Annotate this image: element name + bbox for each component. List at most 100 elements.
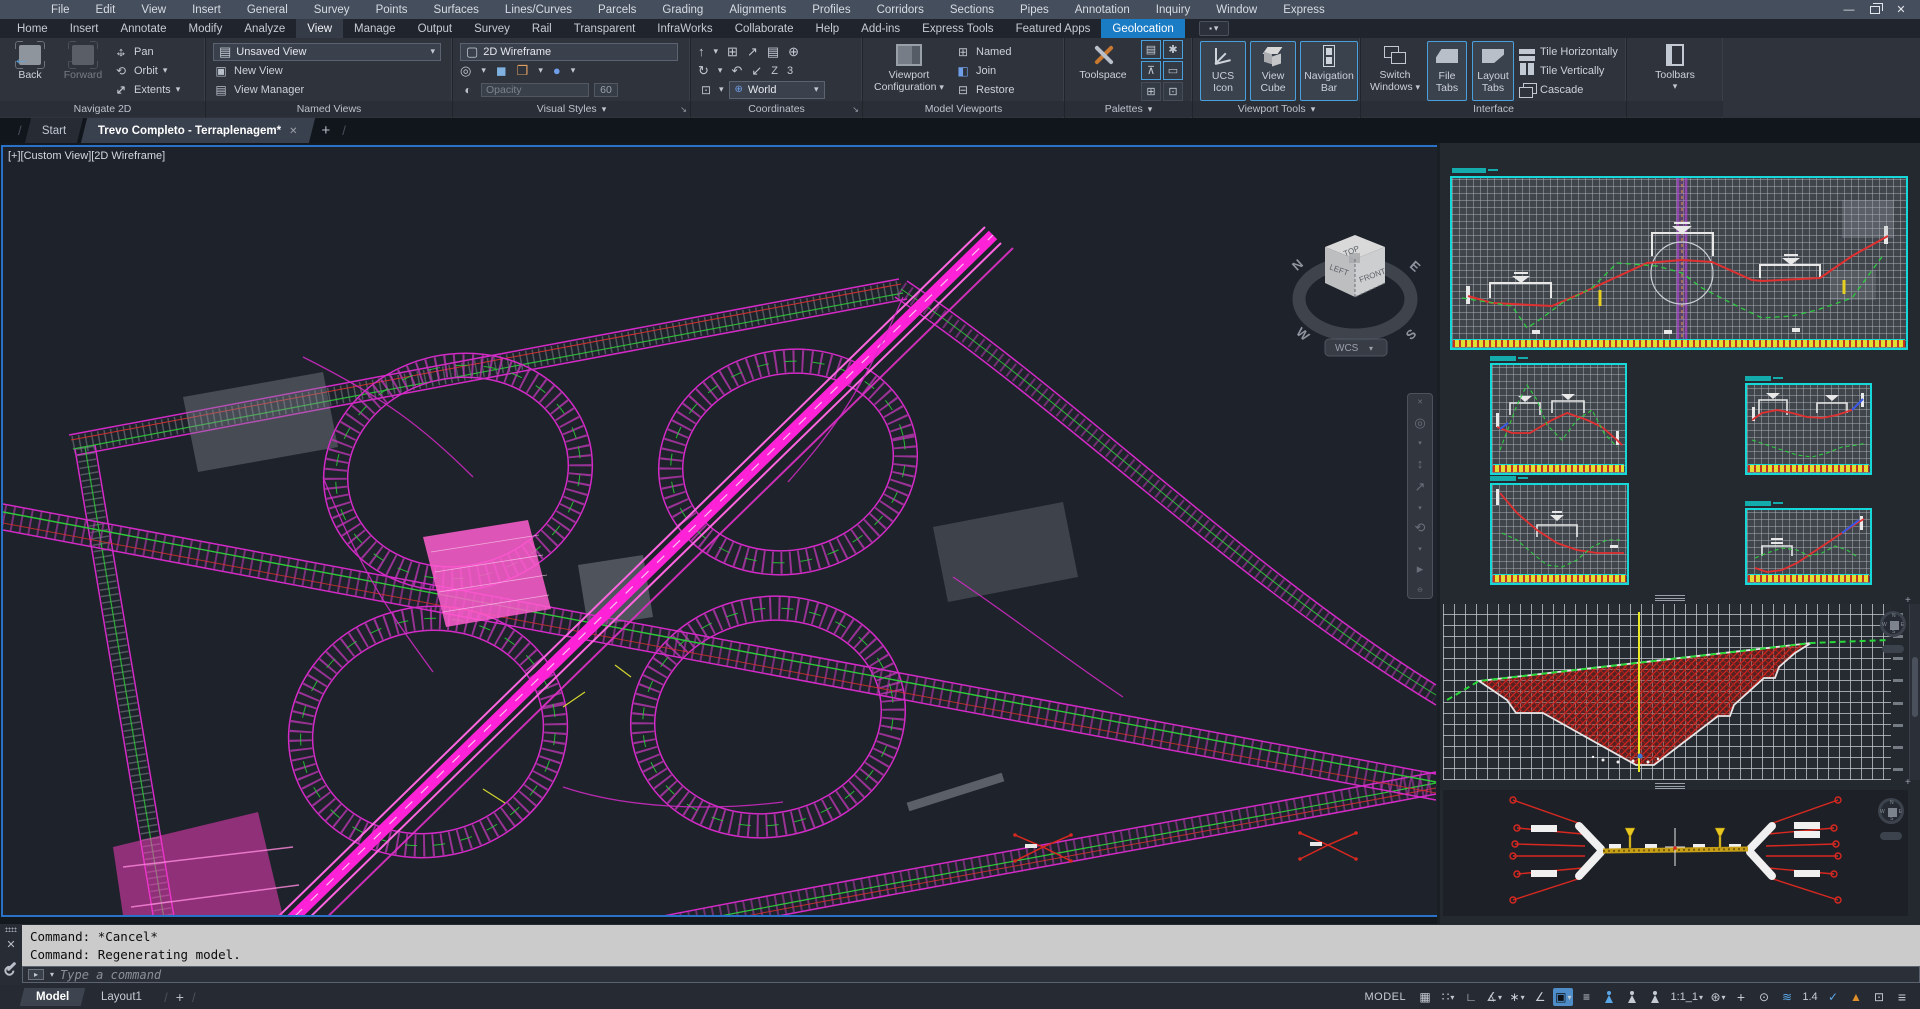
orbit-button[interactable]: ⟲ Orbit▾ [113,62,180,80]
ucs-z-axis-icon[interactable]: Z [771,65,778,77]
join-viewports-button[interactable]: ◧ Join [955,62,1015,80]
cloverleaf-wireframe[interactable]: Y Z X N E W S [3,147,1437,915]
crosshair-icon[interactable]: + [1731,988,1751,1006]
navbar-close-icon[interactable]: ✕ [1417,398,1423,406]
face-style-icon[interactable]: ❒ [517,63,529,79]
grid-display-icon[interactable]: ▦ [1415,988,1435,1006]
menu-survey[interactable]: Survey [301,0,363,19]
wrench-icon[interactable] [6,962,16,972]
annotation-monitor-icon[interactable]: ▲ [1846,988,1866,1006]
layout-tabs-toggle[interactable]: LayoutTabs [1472,41,1514,101]
object-snap-icon[interactable]: ▣▾ [1553,988,1573,1006]
section-viewport[interactable] [1443,604,1891,780]
clean-screen-icon[interactable]: ⊡ [1869,988,1889,1006]
tab-transparent[interactable]: Transparent [563,19,647,38]
profile-viewport-a[interactable] [1490,363,1627,475]
profile-viewport-b[interactable] [1745,383,1872,475]
tab-annotate[interactable]: Annotate [109,19,177,38]
compass-pill[interactable] [1880,832,1902,840]
minimize-icon[interactable]: — [1842,4,1856,16]
workspace-switching-icon[interactable]: ⊛▾ [1708,988,1728,1006]
tab-modify[interactable]: Modify [178,19,234,38]
object-snap-tracking-icon[interactable]: ∠ [1530,988,1550,1006]
menu-annotation[interactable]: Annotation [1062,0,1143,19]
viewport-configuration-button[interactable]: Viewport Configuration ▾ [870,41,948,101]
tab-infraworks[interactable]: InfraWorks [646,19,723,38]
graphics-performance-icon[interactable]: ≋ [1777,988,1797,1006]
cascade-button[interactable]: Cascade [1519,81,1618,99]
polar-tracking-icon[interactable]: ∡▾ [1484,988,1504,1006]
ucs-face-icon[interactable]: ↙ [751,63,762,79]
isometric-drafting-icon[interactable]: ∗▾ [1507,988,1527,1006]
command-input[interactable]: ▸ ▾ Type a command [22,966,1920,983]
splitter-handle[interactable] [1655,595,1685,601]
tab-output[interactable]: Output [407,19,464,38]
tab-insert[interactable]: Insert [59,19,110,38]
snap-mode-icon[interactable]: ∷▾ [1438,988,1458,1006]
assembly-compass[interactable]: NWES [1878,798,1904,824]
view-manager-button[interactable]: ▤ View Manager [213,81,445,99]
new-drawing-button[interactable]: + [314,122,339,139]
settings-palette-button[interactable]: ✱ [1163,40,1183,59]
navigation-bar-toggle[interactable]: NavigationBar [1300,41,1358,101]
panel-launcher-icon[interactable]: ↘ [680,105,687,114]
calculator-palette-button[interactable]: ⊞ [1141,82,1161,101]
model-viewport[interactable]: [+][Custom View][2D Wireframe] [1,145,1439,917]
close-icon[interactable]: ✕ [1894,3,1908,16]
zoom-extents-button[interactable]: ↗↙ Extents▾ [113,81,180,99]
menu-express[interactable]: Express [1270,0,1338,19]
start-tab[interactable]: Start [25,118,84,143]
panel-label-visual-styles[interactable]: Visual Styles▾ ↘ [453,101,690,117]
monitor-palette-button[interactable]: ⊡ [1163,82,1183,101]
menu-corridors[interactable]: Corridors [864,0,937,19]
panel-launcher-icon[interactable]: ↘ [852,105,859,114]
restore-icon[interactable] [1870,6,1880,14]
ortho-mode-icon[interactable]: ∟ [1461,988,1481,1006]
wcs-button[interactable]: WCS ▾ [1325,339,1387,356]
steering-wheel-icon[interactable]: ◎ [1414,415,1425,431]
properties-palette-button[interactable]: ▤ [1141,40,1161,59]
forward-button[interactable]: → Forward [60,41,106,101]
menu-pipes[interactable]: Pipes [1007,0,1062,19]
menu-window[interactable]: Window [1203,0,1270,19]
toolspace-button[interactable]: Toolspace [1072,41,1134,101]
tab-rail[interactable]: Rail [521,19,563,38]
ucs-back-icon[interactable]: ↶ [731,63,742,79]
compass-pill[interactable] [1882,645,1904,653]
menu-file[interactable]: File [38,0,83,19]
annotation-scale-icon[interactable] [1645,988,1665,1006]
section-compass[interactable]: NWES [1880,611,1906,637]
tab-analyze[interactable]: Analyze [233,19,296,38]
profile-viewport-c[interactable] [1490,483,1629,585]
tab-featured-apps[interactable]: Featured Apps [1005,19,1102,38]
lineweight-icon[interactable]: ≡ [1576,988,1596,1006]
annotation-autoscale-icon[interactable] [1622,988,1642,1006]
tab-express-tools[interactable]: Express Tools [911,19,1004,38]
switch-windows-button[interactable]: Switch Windows ▾ [1368,41,1422,101]
menu-inquiry[interactable]: Inquiry [1143,0,1204,19]
ucs-object-icon[interactable]: ↗ [747,44,758,60]
profile-viewport-main[interactable] [1450,176,1908,350]
visual-style-sphere-icon[interactable]: ◎ [460,63,471,79]
menu-view[interactable]: View [128,0,179,19]
toolbox-palette-button[interactable]: ▭ [1163,61,1183,80]
annotation-scale-value[interactable]: 1:1_1▾ [1668,988,1705,1006]
toolbars-button[interactable]: Toolbars ▾ [1645,41,1705,101]
navigation-bar[interactable]: ✕ ◎ ▾ ↕ ↗ ▾ ⟲ ▾ ▸ ⊖ [1407,393,1433,599]
panel-label-palettes[interactable]: Palettes▾ [1065,101,1192,117]
view-cube[interactable]: N E W S TOP LEFT FRONT WCS [1289,235,1424,356]
view-dropdown[interactable]: ▤ Unsaved View ▾ [213,43,441,61]
ucs-previous-icon[interactable]: ⊞ [727,44,738,60]
tab-geolocation[interactable]: Geolocation [1101,19,1184,38]
drag-grip-icon[interactable] [5,927,17,932]
ribbon-display-toggle[interactable]: ▪▾ [1199,21,1229,36]
ucs-icon-small[interactable]: ⊡ [698,83,714,97]
shaded-box-icon[interactable]: ◼ [496,63,507,79]
menu-sections[interactable]: Sections [937,0,1007,19]
menu-parcels[interactable]: Parcels [585,0,649,19]
tile-vertically-button[interactable]: Tile Vertically [1519,62,1618,80]
tab-collaborate[interactable]: Collaborate [724,19,805,38]
ucs-origin-icon[interactable]: ↑ [698,44,705,59]
section-scrollbar[interactable] [1909,604,1920,780]
menu-profiles[interactable]: Profiles [799,0,863,19]
